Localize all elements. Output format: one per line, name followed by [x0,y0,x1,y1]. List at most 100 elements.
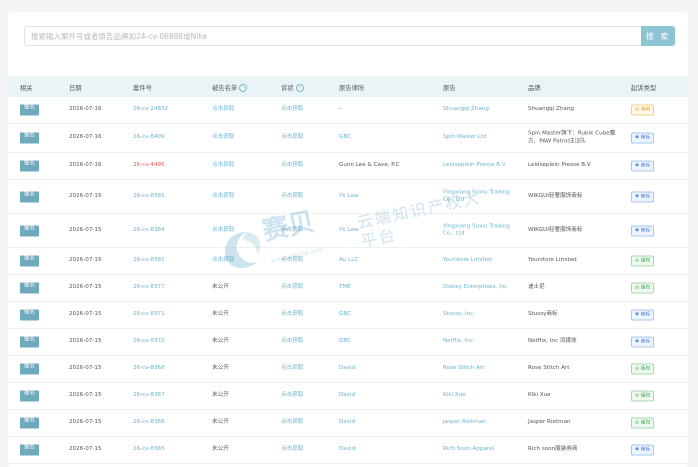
suit-type-badge: ✱ 商标 [631,225,655,236]
cell-date: 2026-07-16 [69,106,102,113]
table-row: 报名 2026-07-16 26-cv-8409 点击获取 点击获取 GBC Spin Ma… [8,124,688,153]
suit-type-badge: ✱ 商标 [631,191,655,202]
cell-complaint[interactable]: 点击获取 [281,284,303,292]
cell-brand: Spin Master旗下：Rubik Cube魔方、PAW Patrol汪汪队 [528,130,616,144]
report-button[interactable]: 报名 [20,417,39,429]
cell-case-number[interactable]: 26-cv-8381 [133,257,165,265]
col-header-date: 日期 [69,85,82,92]
table-row: 报名 2026-07-15 26-cv-8367 未公开 点击获取 David Kiki X… [8,383,688,410]
cell-date: 2026-07-16 [69,162,102,169]
cell-complaint[interactable]: 点击获取 [281,162,303,170]
suit-type-label: 版权 [640,393,651,399]
report-button[interactable]: 报名 [20,282,39,294]
cell-defendants[interactable]: 点击获取 [212,227,234,235]
search-input[interactable] [24,26,642,46]
report-button[interactable]: 报名 [20,309,39,321]
col-header-complaint-label: 诉状 [281,85,294,92]
report-button[interactable]: 报名 [20,444,39,456]
cell-complaint[interactable]: 点击获取 [281,257,303,265]
cell-plaintiff: Disney Enterprises, Inc [443,284,508,291]
cell-case-number[interactable]: 26-cv-8385 [133,193,165,201]
cell-plaintiff-firm: Gunn Lee & Cave, P.C [339,162,400,169]
cell-defendants[interactable]: 点击获取 [212,257,234,265]
report-button[interactable]: 报名 [20,104,39,116]
table-row: 报名 2026-07-15 26-cv-8384 点击获取 点击获取 Yk Law Ying… [8,214,688,248]
cell-suit-type: ✱ 商标 [631,309,655,321]
info-icon[interactable]: i [295,84,304,92]
cell-date: 2026-07-15 [69,392,102,399]
cell-case-number[interactable]: 26-cv-8370 [133,338,165,346]
cell-complaint[interactable]: 点击获取 [281,106,303,114]
report-button[interactable]: 报名 [20,225,39,236]
cell-plaintiff-firm: David [339,446,356,453]
report-button[interactable]: 报名 [20,132,39,144]
cell-plaintiff: Yingxiang Suxiu Trading Co., Ltd [443,188,510,203]
search-bar: 搜 索 [24,26,684,48]
cell-suit-type: ✱ 商标 [631,444,655,456]
cell-case-number[interactable]: 26-cv-8367 [133,392,165,400]
cell-brand: 迪士尼 [528,284,545,291]
cell-case-number[interactable]: 26-cv-8368 [133,365,165,373]
cell-complaint[interactable]: 点击获取 [281,193,303,201]
cell-defendants: 未公开 [212,419,229,426]
cell-case-number[interactable]: 26-cv-8384 [133,227,165,235]
cell-plaintiff-firm: Yk Law [339,192,359,199]
info-icon[interactable]: i [239,84,248,92]
cell-date: 2026-07-15 [69,284,102,291]
cell-suit-type: ✱ 商标 [631,191,655,202]
cell-complaint[interactable]: 点击获取 [281,392,303,400]
cell-brand: Stussy商标 [528,311,558,318]
col-header-plaintiff-firm: 原告律所 [339,85,365,92]
report-button[interactable]: 报名 [20,363,39,375]
cell-brand: WIKGUI轻奢服饰商标 [528,226,583,233]
cell-complaint[interactable]: 点击获取 [281,134,303,142]
cell-brand: Leidseplein Presse B.V [528,162,591,169]
cell-complaint[interactable]: 点击获取 [281,311,303,319]
col-header-case-number: 案件号 [133,85,152,92]
cell-plaintiff-firm: GBC [339,134,351,141]
cell-case-number[interactable]: 26-cv-8409 [133,134,165,142]
cell-plaintiff: Rich Soon Apparel [443,446,495,453]
cell-case-number[interactable]: 26-cv-8366 [133,419,165,427]
cell-case-number[interactable]: 26-cv-8377 [133,284,165,292]
cell-suit-type: ◎ 版权 [631,417,655,429]
search-button[interactable]: 搜 索 [641,26,675,46]
cell-case-number[interactable]: 26-cv-4495 [133,162,165,170]
cell-complaint[interactable]: 点击获取 [281,365,303,373]
cell-defendants[interactable]: 点击获取 [212,193,234,201]
cell-suit-type: ✱ 商标 [631,225,655,236]
cell-defendants[interactable]: 点击获取 [212,134,234,142]
cell-defendants[interactable]: 点击获取 [212,106,234,114]
suit-type-label: 商标 [640,194,651,199]
cell-complaint[interactable]: 点击获取 [281,419,303,427]
cell-defendants[interactable]: 点击获取 [212,162,234,170]
suit-type-badge: ◎ 版权 [631,390,655,402]
report-button[interactable]: 报名 [20,336,39,348]
cell-brand: WIKGUI轻奢服饰商标 [528,192,583,199]
case-table: 相关 日期 案件号 被告名单 i 诉状 i 原告律所 原告 品牌 起诉类型 报名 20… [8,76,688,464]
cell-case-number[interactable]: 26-cv-24832 [133,106,168,114]
suit-type-label: 专利 [640,107,651,113]
suit-type-badge: ◎ 版权 [631,282,655,294]
cell-complaint[interactable]: 点击获取 [281,446,303,454]
suit-type-badge: ✱ 商标 [631,336,655,348]
cell-plaintiff-firm: GBC [339,311,351,318]
suit-type-badge: ✱ 商标 [631,160,655,172]
report-button[interactable]: 报名 [20,160,39,172]
cell-plaintiff-firm: David [339,392,356,399]
cell-complaint[interactable]: 点击获取 [281,338,303,346]
cell-case-number[interactable]: 26-cv-8371 [133,311,165,319]
cell-date: 2026-07-15 [69,311,102,318]
cell-case-number[interactable]: 26-cv-8365 [133,446,165,454]
suit-type-badge: ◎ 版权 [631,363,655,375]
report-button[interactable]: 报名 [20,191,39,202]
report-button[interactable]: 报名 [20,255,39,267]
cell-defendants: 未公开 [212,392,229,399]
cell-brand: Kiki Xue [528,392,551,399]
suit-type-label: 商标 [640,228,651,233]
table-row: 报名 2026-07-15 26-cv-8368 未公开 点击获取 David Rose S… [8,356,688,383]
suit-type-badge: ✱ 商标 [631,444,655,456]
report-button[interactable]: 报名 [20,390,39,402]
cell-complaint[interactable]: 点击获取 [281,227,303,235]
col-header-plaintiff: 原告 [443,85,456,92]
